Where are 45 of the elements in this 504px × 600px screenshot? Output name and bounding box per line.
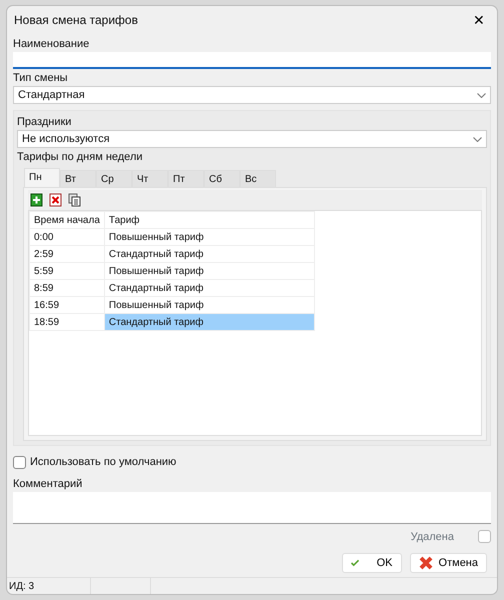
close-icon — [418, 556, 433, 570]
shift-type-dropdown[interactable]: Стандартная — [13, 86, 491, 104]
table-cell: 16:59 — [30, 296, 104, 314]
checkbox-label: Использовать по умолчанию — [30, 455, 176, 470]
delete-icon[interactable] — [49, 193, 62, 207]
table-cell: 8:59 — [30, 280, 104, 296]
add-icon[interactable] — [30, 193, 43, 207]
column-header[interactable]: Время начала — [30, 212, 104, 228]
table-cell: Стандартный тариф — [104, 314, 314, 330]
checkbox[interactable] — [13, 456, 26, 469]
field-label: Праздники — [17, 116, 72, 129]
section-label: Тарифы по дням недели — [17, 151, 144, 164]
table-cell: Стандартный тариф — [104, 246, 314, 262]
close-button[interactable]: ✕ — [467, 12, 491, 26]
field-label: Наименование — [13, 38, 90, 51]
day-tab[interactable]: Сб — [204, 170, 240, 187]
check-icon — [350, 557, 359, 569]
table-cell: 0:00 — [30, 228, 104, 246]
name-field[interactable] — [13, 52, 491, 69]
chevron-icon — [473, 136, 482, 142]
window-title: Новая смена тарифов — [14, 12, 138, 28]
deleted-label: Удалена — [410, 530, 454, 544]
field-label: Тип смены — [13, 72, 69, 85]
table-cell: Повышенный тариф — [104, 262, 314, 280]
cancel-button[interactable]: Отмена — [410, 553, 487, 573]
table-cell: 18:59 — [30, 314, 104, 330]
table-cell: 5:59 — [30, 262, 104, 280]
ok-button[interactable]: OK — [342, 553, 402, 573]
status-text: ИД: 3 — [7, 578, 91, 594]
table-cell: Повышенный тариф — [104, 228, 314, 246]
comment-field[interactable] — [13, 492, 491, 524]
table-cell: Стандартный тариф — [104, 280, 314, 296]
holidays-dropdown[interactable]: Не используются — [17, 130, 487, 148]
day-tab[interactable]: Пт — [168, 170, 204, 187]
chevron-icon — [477, 92, 486, 98]
checkbox[interactable] — [478, 530, 491, 544]
field-label: Комментарий — [13, 478, 84, 490]
column-header[interactable]: Тариф — [104, 212, 314, 228]
day-tab[interactable]: Чт — [132, 170, 168, 187]
day-tab[interactable]: Вт — [60, 170, 96, 187]
day-tab[interactable]: Пн — [24, 168, 60, 187]
copy-icon[interactable] — [68, 193, 81, 207]
table-cell: 2:59 — [30, 246, 104, 262]
day-tab[interactable]: Ср — [96, 170, 132, 187]
day-tab[interactable]: Вс — [240, 170, 276, 187]
